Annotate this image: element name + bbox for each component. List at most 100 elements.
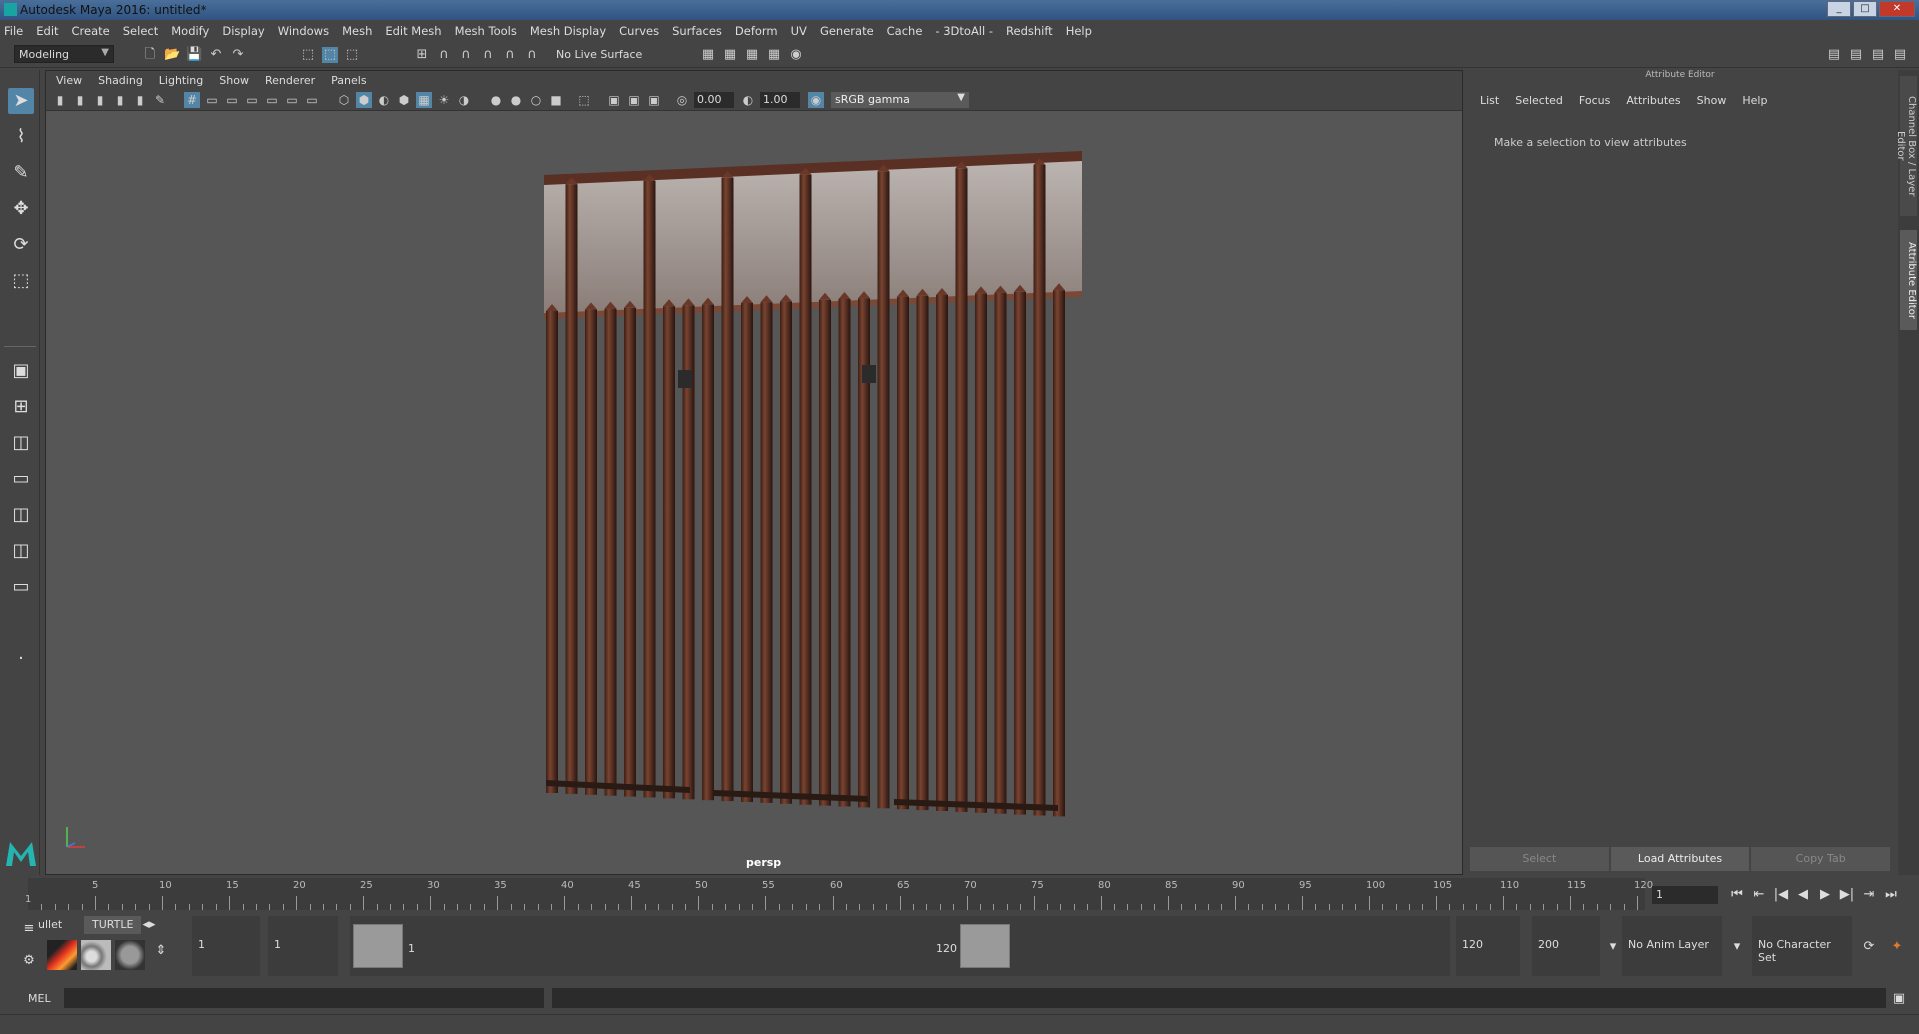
use-lights-icon[interactable]: ☀ — [436, 92, 452, 108]
animation-start-field[interactable]: 1 — [192, 916, 260, 976]
field-chart-icon[interactable]: ▭ — [264, 92, 280, 108]
shelf-scroll-icon[interactable]: ◂▸ — [140, 916, 158, 934]
ae-menu-list[interactable]: List — [1480, 94, 1499, 107]
playback-start-field[interactable]: 1 — [268, 916, 338, 976]
attribute-editor-toggle-icon[interactable]: ▤ — [1848, 47, 1864, 63]
shelf-tab-turtle[interactable]: TURTLE — [84, 916, 142, 934]
menu-curves[interactable]: Curves — [619, 24, 659, 38]
two-d-pan-zoom-icon[interactable]: ▮ — [132, 92, 148, 108]
image-plane-icon[interactable]: ▮ — [112, 92, 128, 108]
ae-select-button[interactable]: Select — [1470, 847, 1609, 871]
step-forward-key-icon[interactable]: ▶| — [1838, 886, 1856, 904]
save-scene-icon[interactable]: 💾 — [186, 47, 202, 63]
ae-menu-attributes[interactable]: Attributes — [1626, 94, 1680, 107]
menu-cache[interactable]: Cache — [887, 24, 923, 38]
minimize-button[interactable]: _ — [1827, 1, 1851, 17]
select-camera-icon[interactable]: ▮ — [52, 92, 68, 108]
command-input[interactable] — [64, 988, 544, 1008]
hypershade-icon[interactable]: ◉ — [788, 47, 804, 63]
select-hierarchy-icon[interactable]: ⬚ — [300, 47, 316, 63]
render-view-icon[interactable]: ▦ — [700, 47, 716, 63]
menu-file[interactable]: File — [4, 24, 23, 38]
safe-title-icon[interactable]: ▭ — [304, 92, 320, 108]
playback-end-field[interactable]: 120 — [1456, 916, 1520, 976]
lasso-tool-icon[interactable]: ⌇ — [8, 124, 34, 150]
menu-mesh[interactable]: Mesh — [342, 24, 372, 38]
open-scene-icon[interactable]: 📂 — [164, 47, 180, 63]
play-forwards-icon[interactable]: ▶ — [1816, 886, 1834, 904]
ipr-render-icon[interactable]: ▦ — [744, 47, 760, 63]
ae-menu-focus[interactable]: Focus — [1579, 94, 1610, 107]
shelf-scroll-arrows-icon[interactable]: ⇕ — [152, 942, 170, 960]
menu-select[interactable]: Select — [123, 24, 158, 38]
ae-menu-selected[interactable]: Selected — [1515, 94, 1563, 107]
panel-menu-lighting[interactable]: Lighting — [159, 74, 203, 87]
maximize-button[interactable]: □ — [1853, 1, 1877, 17]
select-component-icon[interactable]: ⬚ — [344, 47, 360, 63]
snap-plane-icon[interactable]: ∩ — [524, 47, 540, 63]
viewport-panel[interactable]: View Shading Lighting Show Renderer Pane… — [45, 70, 1463, 875]
load-attributes-button[interactable]: Load Attributes — [1610, 847, 1750, 871]
ambient-occlusion-icon[interactable]: ● — [488, 92, 504, 108]
time-slider[interactable]: 1 5 10 15 20 25 30 35 40 45 50 55 60 65 70 75 80 85 90 95 1… — [0, 876, 1919, 912]
rotate-tool-icon[interactable]: ⟳ — [8, 232, 34, 258]
panel-menu-shading[interactable]: Shading — [98, 74, 143, 87]
range-end-handle[interactable] — [960, 924, 1010, 968]
camera-attributes-icon[interactable]: ▮ — [72, 92, 88, 108]
menu-surfaces[interactable]: Surfaces — [672, 24, 722, 38]
view-transform-dropdown[interactable]: sRGB gamma ▼ — [831, 92, 969, 108]
move-tool-icon[interactable]: ✥ — [8, 196, 34, 222]
anim-layer-dropdown[interactable]: No Anim Layer — [1622, 916, 1722, 976]
wireframe-on-shaded-icon[interactable]: ⬢ — [396, 92, 412, 108]
anti-aliasing-icon[interactable]: ○ — [528, 92, 544, 108]
step-back-key-icon[interactable]: |◀ — [1772, 886, 1790, 904]
bookmark-icon[interactable]: ▮ — [92, 92, 108, 108]
script-language-label[interactable]: MEL — [28, 992, 51, 1005]
select-object-icon[interactable]: ⬚ — [322, 47, 338, 63]
snap-point-icon[interactable]: ∩ — [458, 47, 474, 63]
exposure-icon[interactable]: ◎ — [674, 92, 690, 108]
step-back-frame-icon[interactable]: ⇤ — [1750, 886, 1768, 904]
select-tool-icon[interactable]: ➤ — [8, 88, 34, 114]
step-forward-frame-icon[interactable]: ⇥ — [1860, 886, 1878, 904]
ae-menu-show[interactable]: Show — [1697, 94, 1727, 107]
attribute-editor-tab[interactable]: Attribute Editor — [1900, 230, 1917, 330]
isolate-select-icon[interactable]: ⬚ — [576, 92, 592, 108]
turtle-render-icon[interactable] — [47, 940, 77, 970]
render-frame-icon[interactable]: ▦ — [722, 47, 738, 63]
live-surface-field[interactable]: No Live Surface — [553, 46, 663, 64]
gate-mask-icon[interactable]: ▭ — [244, 92, 260, 108]
close-button[interactable]: ✕ — [1879, 1, 1915, 17]
textured-icon[interactable]: ▦ — [416, 92, 432, 108]
safe-action-icon[interactable]: ▭ — [284, 92, 300, 108]
menu-help[interactable]: Help — [1066, 24, 1092, 38]
panel-menu-renderer[interactable]: Renderer — [265, 74, 315, 87]
menu-generate[interactable]: Generate — [820, 24, 874, 38]
snap-grid-icon[interactable]: ⊞ — [414, 47, 430, 63]
channel-box-toggle-icon[interactable]: ▤ — [1892, 47, 1908, 63]
single-perspective-layout-icon[interactable]: ▣ — [8, 358, 34, 384]
animation-preferences-icon[interactable]: ✦ — [1888, 938, 1906, 956]
scale-tool-icon[interactable]: ⬚ — [8, 268, 34, 294]
color-management-icon[interactable]: ◉ — [808, 92, 824, 108]
shelf-settings-icon[interactable]: ⚙ — [20, 952, 38, 970]
xray-icon[interactable]: ▣ — [606, 92, 622, 108]
tool-settings-icon[interactable]: ▤ — [1870, 47, 1886, 63]
xray-components-icon[interactable]: ▣ — [646, 92, 662, 108]
menu-mesh-display[interactable]: Mesh Display — [530, 24, 606, 38]
default-lighting-icon[interactable]: ◐ — [376, 92, 392, 108]
menu-redshift[interactable]: Redshift — [1006, 24, 1053, 38]
play-backwards-icon[interactable]: ◀ — [1794, 886, 1812, 904]
grid-toggle-icon[interactable]: # — [184, 92, 200, 108]
panel-menu-show[interactable]: Show — [219, 74, 249, 87]
xray-joints-icon[interactable]: ▣ — [626, 92, 642, 108]
snap-curve-icon[interactable]: ∩ — [436, 47, 452, 63]
copy-tab-button[interactable]: Copy Tab — [1751, 847, 1891, 871]
persp-outliner-layout-icon[interactable]: ◫ — [8, 430, 34, 456]
menu-uv[interactable]: UV — [791, 24, 807, 38]
persp-hypershade-layout-icon[interactable]: ◫ — [8, 538, 34, 564]
redo-icon[interactable]: ↷ — [230, 47, 246, 63]
turtle-bake-icon[interactable] — [81, 940, 111, 970]
gamma-icon[interactable]: ◐ — [740, 92, 756, 108]
animation-end-field[interactable]: 200 — [1532, 916, 1600, 976]
